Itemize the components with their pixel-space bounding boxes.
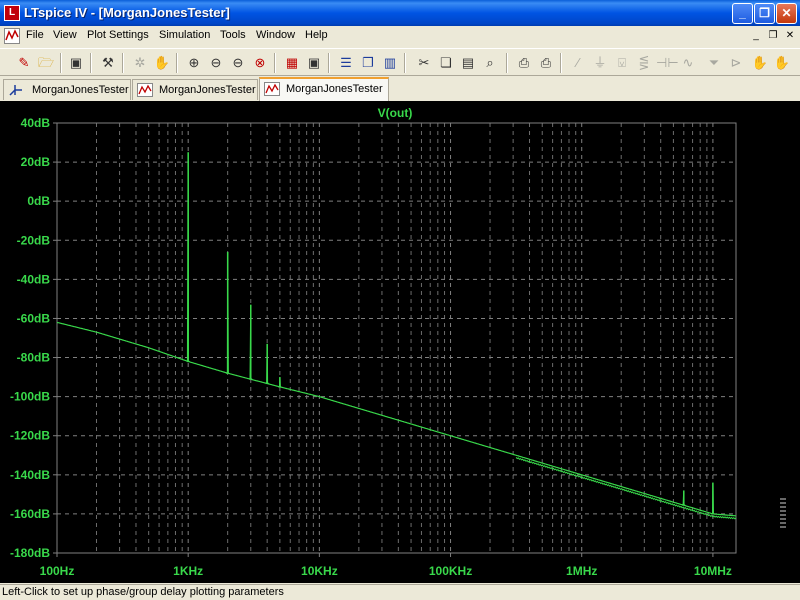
ground-icon[interactable]: ⏚ <box>590 53 610 73</box>
waveform-icon <box>264 82 280 96</box>
document-tabs: MorganJonesTester MorganJonesTester Morg… <box>0 77 800 101</box>
tab-schematic[interactable]: MorganJonesTester <box>3 79 131 100</box>
status-bar: Left-Click to set up phase/group delay p… <box>0 584 800 600</box>
toolbar-separator <box>560 53 562 73</box>
x-tick-label: 10KHz <box>301 564 338 578</box>
menu-bar: File View Plot Settings Simulation Tools… <box>0 26 800 46</box>
trace-vout <box>56 152 737 520</box>
tab-waveform-2[interactable]: MorganJonesTester <box>259 77 389 101</box>
x-tick-label: 10MHz <box>694 564 732 578</box>
tab-label: MorganJonesTester <box>286 83 383 95</box>
zoom-out-icon[interactable]: ⊖ <box>206 53 226 73</box>
wire-icon[interactable]: ∕ <box>568 53 588 73</box>
status-text: Left-Click to set up phase/group delay p… <box>2 586 284 598</box>
resistor-icon[interactable]: ⋚ <box>634 53 654 73</box>
capacitor-icon[interactable]: ⊣⊢ <box>656 53 679 73</box>
mdi-close-button[interactable]: ✕ <box>782 29 798 43</box>
zoom-cancel-icon[interactable]: ⊗ <box>250 53 270 73</box>
toolbar-separator <box>60 53 62 73</box>
menu-view[interactable]: View <box>53 29 77 41</box>
minimize-button[interactable]: _ <box>732 3 753 24</box>
toolbar-separator <box>506 53 508 73</box>
toolbar-separator <box>274 53 276 73</box>
cascade-icon[interactable]: ❐ <box>358 53 378 73</box>
move-icon[interactable]: ✋ <box>750 53 770 73</box>
save-icon[interactable]: ▣ <box>66 53 86 73</box>
title-bar[interactable]: L LTspice IV - [MorganJonesTester] _ ❐ ✕ <box>0 0 800 26</box>
marching-waves-icon[interactable]: ▣ <box>304 53 324 73</box>
component-icon[interactable]: ⊳ <box>726 53 746 73</box>
toolbar-separator <box>122 53 124 73</box>
plot-grid <box>56 122 737 554</box>
waveform-plot-pane[interactable]: 40dB 20dB 0dB -20dB -40dB -60dB -80dB -100dB -12… <box>0 101 800 583</box>
zoom-fit-icon[interactable]: ⊖ <box>228 53 248 73</box>
maximize-button[interactable]: ❐ <box>754 3 775 24</box>
toolbar-separator <box>176 53 178 73</box>
menu-window[interactable]: Window <box>256 29 295 41</box>
toolbar-separator <box>90 53 92 73</box>
toolbar-separator <box>328 53 330 73</box>
toolbar: ✎ 🗁 ▣ ⚒ ✲ ✋ ⊕ ⊖ ⊖ ⊗ ▦ ▣ ☰ ❐ ▥ ✂ ❏ ▤ ⌕ ⎙ … <box>0 48 800 76</box>
new-schematic-icon[interactable]: ✎ <box>14 53 34 73</box>
trace-label-vout[interactable]: V(out) <box>378 106 413 120</box>
y-tick-label: -20dB <box>17 233 51 247</box>
y-tick-label: -140dB <box>10 468 50 482</box>
find-icon[interactable]: ⌕ <box>480 53 500 73</box>
menu-simulation[interactable]: Simulation <box>159 29 210 41</box>
mdi-restore-button[interactable]: ❐ <box>765 29 781 43</box>
y-tick-label: -80dB <box>17 351 51 365</box>
y-tick-label: -100dB <box>10 390 50 404</box>
y-tick-label: -60dB <box>17 311 51 325</box>
cut-icon[interactable]: ✂ <box>414 53 434 73</box>
pan-icon[interactable]: ✋ <box>152 53 172 73</box>
ltspice-logo-icon: L <box>4 5 20 21</box>
menu-help[interactable]: Help <box>305 29 328 41</box>
tile-horizontal-icon[interactable]: ☰ <box>336 53 356 73</box>
mdi-minimize-button[interactable]: _ <box>748 29 764 43</box>
tile-vertical-icon[interactable]: ▥ <box>380 53 400 73</box>
copy-icon[interactable]: ❏ <box>436 53 456 73</box>
plot-cursor-handle[interactable] <box>780 498 786 528</box>
x-tick-label: 1KHz <box>173 564 203 578</box>
x-tick-label: 100Hz <box>40 564 75 578</box>
y-tick-label: 0dB <box>27 194 50 208</box>
y-tick-label: 40dB <box>21 116 51 130</box>
x-tick-label: 100KHz <box>429 564 472 578</box>
autorange-icon[interactable]: ✲ <box>130 53 150 73</box>
zoom-in-icon[interactable]: ⊕ <box>184 53 204 73</box>
y-tick-label: -160dB <box>10 507 50 521</box>
schematic-icon <box>9 85 22 96</box>
menu-plot-settings[interactable]: Plot Settings <box>87 29 149 41</box>
waveform-icon <box>137 83 153 97</box>
tab-label: MorganJonesTester <box>32 84 129 96</box>
control-panel-icon[interactable]: ⚒ <box>98 53 118 73</box>
drag-icon[interactable]: ✋ <box>772 53 792 73</box>
label-icon[interactable]: ⍌ <box>612 53 632 73</box>
print-setup-icon[interactable]: ⎙ <box>514 53 534 73</box>
open-icon[interactable]: 🗁 <box>36 53 56 73</box>
tab-label: MorganJonesTester <box>159 84 256 96</box>
waveform-doc-icon[interactable] <box>4 28 20 44</box>
paste-icon[interactable]: ▤ <box>458 53 478 73</box>
y-tick-label: -40dB <box>17 272 51 286</box>
grid-icon[interactable]: ▦ <box>282 53 302 73</box>
waveform-plot[interactable]: 40dB 20dB 0dB -20dB -40dB -60dB -80dB -100dB -12… <box>0 101 800 583</box>
toolbar-separator <box>404 53 406 73</box>
window-title: LTspice IV - [MorganJonesTester] <box>24 5 230 20</box>
y-tick-label: -120dB <box>10 429 50 443</box>
y-tick-label: -180dB <box>10 546 50 560</box>
menu-tools[interactable]: Tools <box>220 29 246 41</box>
tab-waveform-1[interactable]: MorganJonesTester <box>132 79 258 100</box>
menu-file[interactable]: File <box>26 29 44 41</box>
print-icon[interactable]: ⎙ <box>536 53 556 73</box>
close-button[interactable]: ✕ <box>776 3 797 24</box>
x-tick-label: 1MHz <box>566 564 597 578</box>
diode-icon[interactable]: ⏷ <box>704 53 724 73</box>
inductor-icon[interactable]: ∿ <box>678 53 698 73</box>
plot-axes: 40dB 20dB 0dB -20dB -40dB -60dB -80dB -100dB -12… <box>10 116 732 578</box>
y-tick-label: 20dB <box>21 155 51 169</box>
